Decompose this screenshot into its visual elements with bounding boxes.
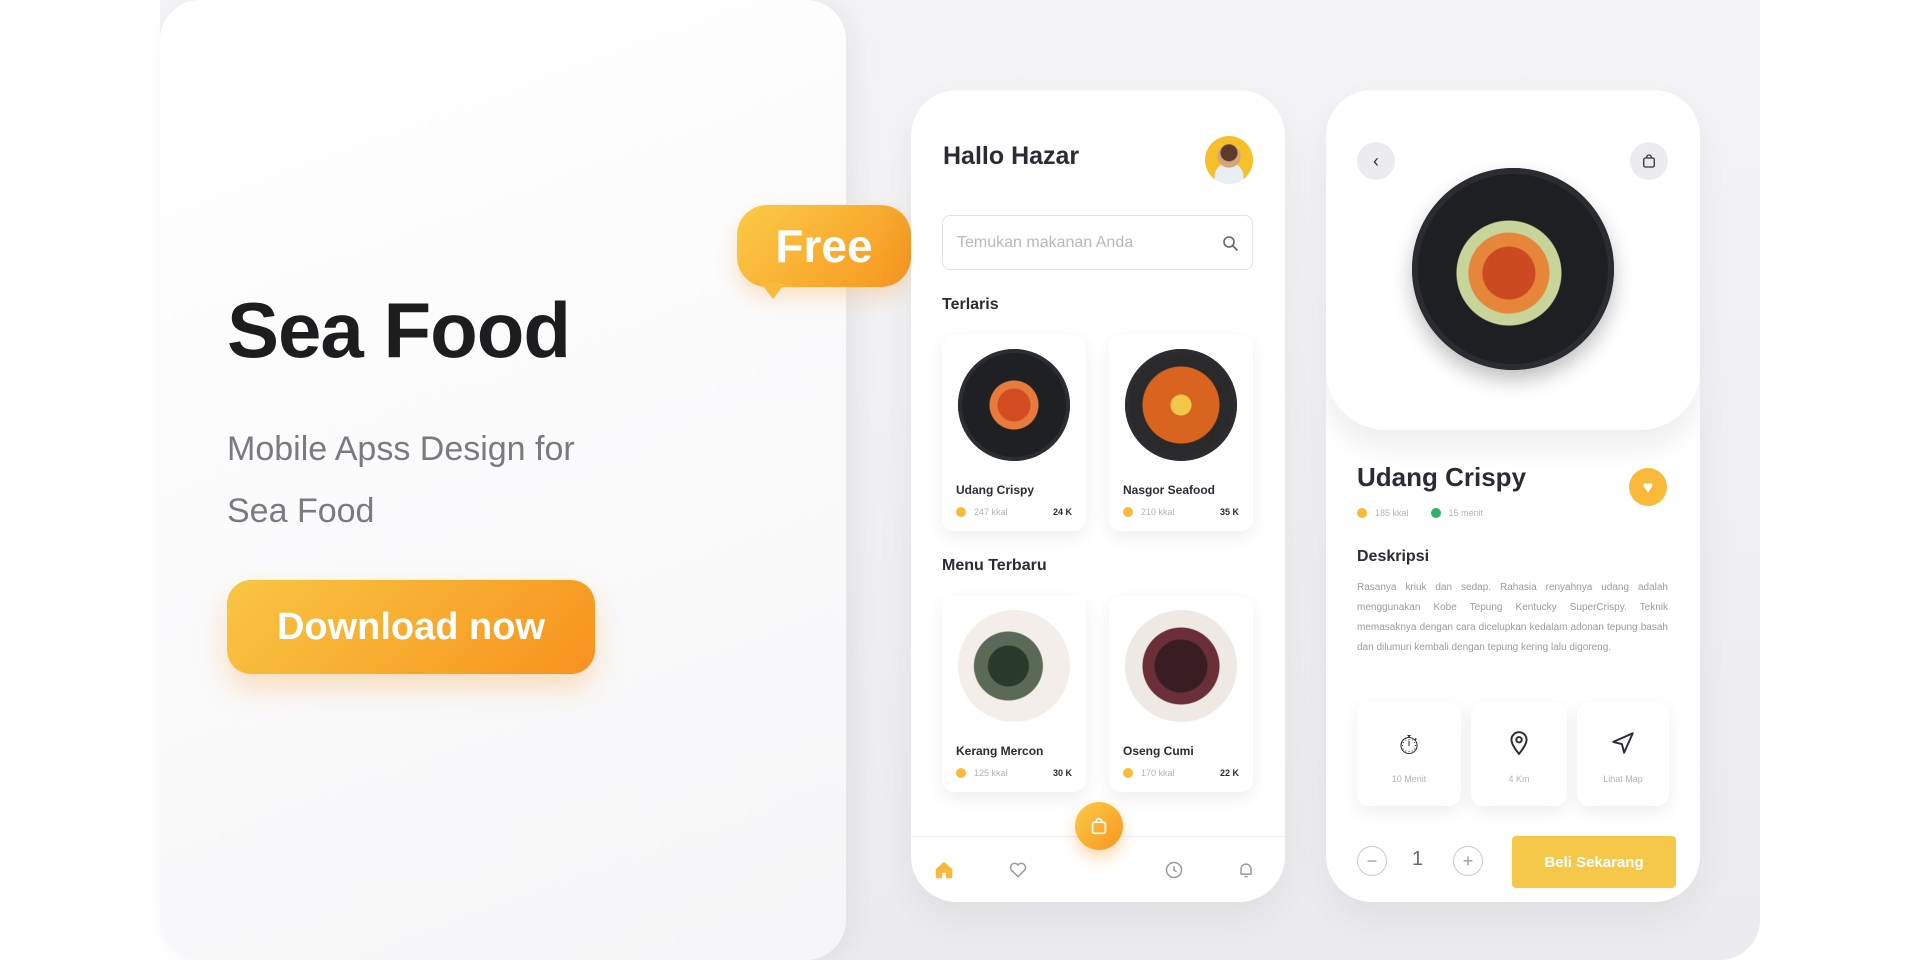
food-card[interactable]: Kerang Mercon 125 kkal 30 K xyxy=(942,596,1086,792)
increase-quantity-button[interactable]: + xyxy=(1453,846,1483,876)
food-meta: 247 kkal 24 K xyxy=(956,507,1072,517)
buy-now-button[interactable]: Beli Sekarang xyxy=(1512,836,1676,888)
search-bar xyxy=(942,215,1253,270)
info-card-distance: 4 Km xyxy=(1471,702,1567,806)
food-name: Kerang Mercon xyxy=(956,744,1044,758)
food-meta: 185 kkal 15 menit xyxy=(1357,508,1483,518)
search-icon[interactable] xyxy=(1222,235,1238,251)
food-price: 24 K xyxy=(1052,507,1072,517)
promo-subtitle-line: Sea Food xyxy=(227,492,375,530)
flame-icon xyxy=(956,507,966,517)
info-label: Lihat Map xyxy=(1603,774,1643,784)
food-image xyxy=(1125,610,1237,722)
food-image xyxy=(958,349,1070,461)
flame-icon xyxy=(956,768,966,778)
location-pin-icon xyxy=(1471,730,1567,763)
timer-icon: ⏱ xyxy=(1398,730,1420,760)
food-calories: 170 kkal xyxy=(1141,768,1175,778)
food-hero-image xyxy=(1412,168,1614,370)
history-icon[interactable] xyxy=(1161,857,1187,883)
food-meta: 125 kkal 30 K xyxy=(956,768,1072,778)
food-meta: 210 kkal 35 K xyxy=(1123,507,1239,517)
promo-panel: Sea Food Mobile Apss Design for Sea Food… xyxy=(160,0,846,960)
food-card[interactable]: Udang Crispy 247 kkal 24 K xyxy=(942,335,1086,531)
home-icon[interactable] xyxy=(931,857,957,883)
avatar[interactable] xyxy=(1205,136,1253,184)
hero-section: ‹ xyxy=(1326,90,1700,430)
clock-icon xyxy=(1430,508,1441,518)
cart-button[interactable] xyxy=(1630,142,1668,180)
flame-icon xyxy=(1123,507,1133,517)
info-card-map[interactable]: Lihat Map xyxy=(1577,702,1669,806)
food-name: Udang Crispy xyxy=(956,483,1035,497)
food-price: 35 K xyxy=(1219,507,1239,517)
heart-icon: ♥ xyxy=(1642,476,1654,497)
food-calories: 210 kkal xyxy=(1141,507,1175,517)
description-title: Deskripsi xyxy=(1357,548,1430,565)
food-meta: 170 kkal 22 K xyxy=(1123,768,1239,778)
food-calories: 247 kkal xyxy=(974,507,1008,517)
decrease-quantity-button[interactable]: − xyxy=(1357,846,1387,876)
cart-button[interactable] xyxy=(1075,802,1123,850)
bell-icon[interactable] xyxy=(1233,857,1259,883)
section-title-bestseller: Terlaris xyxy=(942,296,999,313)
greeting-title: Hallo Hazar xyxy=(943,142,1080,170)
food-name: Oseng Cumi xyxy=(1123,744,1194,758)
navigation-icon xyxy=(1577,730,1669,763)
food-duration: 15 menit xyxy=(1448,508,1484,518)
plus-icon: + xyxy=(1462,850,1474,871)
food-calories: 185 kkal xyxy=(1375,508,1409,518)
chevron-left-icon: ‹ xyxy=(1373,150,1379,171)
quantity-value: 1 xyxy=(1412,848,1424,870)
promo-subtitle-line: Mobile Apss Design for xyxy=(227,430,575,468)
food-calories: 125 kkal xyxy=(974,768,1008,778)
info-card-time: ⏱ 10 Menit xyxy=(1357,702,1461,806)
favorite-button[interactable]: ♥ xyxy=(1629,468,1667,506)
food-price: 30 K xyxy=(1052,768,1072,778)
food-image xyxy=(1125,349,1237,461)
download-now-button[interactable]: Download now xyxy=(227,580,595,674)
food-image xyxy=(958,610,1070,722)
back-button[interactable]: ‹ xyxy=(1357,142,1395,180)
home-screen: Hallo Hazar Terlaris Udang Crispy 247 kk… xyxy=(911,90,1285,902)
free-badge: Free xyxy=(737,205,911,299)
shopping-bag-icon xyxy=(1091,817,1107,835)
heart-icon[interactable] xyxy=(1005,857,1031,883)
flame-icon xyxy=(1357,508,1367,518)
food-card[interactable]: Nasgor Seafood 210 kkal 35 K xyxy=(1109,335,1253,531)
description-text: Rasanya kriuk dan sedap. Rahasia renyahn… xyxy=(1357,582,1668,653)
food-price: 22 K xyxy=(1219,768,1239,778)
food-card[interactable]: Oseng Cumi 170 kkal 22 K xyxy=(1109,596,1253,792)
search-input[interactable] xyxy=(957,233,1222,252)
flame-icon xyxy=(1123,768,1133,778)
promo-subtitle: Mobile Apss Design for Sea Food xyxy=(227,418,647,542)
food-title: Udang Crispy xyxy=(1357,462,1527,492)
detail-screen: ‹ Udang Crispy ♥ 185 kkal 15 menit Deskr… xyxy=(1326,90,1700,902)
section-title-latest: Menu Terbaru xyxy=(942,557,1047,574)
info-label: 10 Menit xyxy=(1391,774,1427,784)
promo-title: Sea Food xyxy=(227,286,571,374)
food-name: Nasgor Seafood xyxy=(1123,483,1216,497)
shopping-bag-icon xyxy=(1643,154,1655,168)
info-label: 4 Km xyxy=(1508,774,1530,784)
minus-icon: − xyxy=(1366,850,1378,871)
